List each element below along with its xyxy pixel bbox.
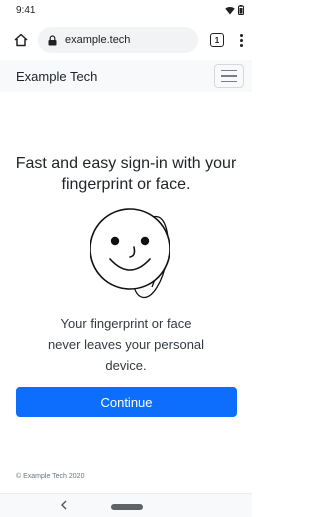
home-pill-button[interactable]: [111, 504, 143, 510]
site-brand[interactable]: Example Tech: [16, 69, 97, 84]
hamburger-icon[interactable]: [214, 64, 244, 88]
description-text: Your fingerprint or face never leaves yo…: [47, 316, 205, 373]
address-bar[interactable]: example.tech: [38, 27, 198, 53]
footer-copyright: © Example Tech 2020: [16, 473, 85, 480]
lock-icon: [48, 34, 57, 45]
back-icon[interactable]: [58, 498, 70, 512]
left-eye: [110, 236, 120, 246]
browser-toolbar: example.tech 1: [0, 20, 252, 60]
tab-switcher-icon[interactable]: 1: [210, 33, 224, 47]
battery-icon: [238, 5, 244, 15]
site-navbar: Example Tech: [0, 60, 252, 92]
url-text: example.tech: [65, 34, 131, 46]
right-eye: [140, 236, 150, 246]
system-nav-bar: [0, 493, 252, 517]
continue-button[interactable]: Continue: [16, 387, 237, 417]
tab-count-label: 1: [214, 35, 220, 45]
status-icons: [225, 5, 244, 15]
more-vert-icon[interactable]: [236, 30, 246, 50]
wifi-icon: [225, 6, 235, 14]
face-circle: [90, 208, 170, 290]
face-fingerprint-illustration: [90, 208, 170, 299]
home-icon: [14, 33, 28, 47]
status-bar: 9:41: [0, 0, 252, 20]
status-time: 9:41: [16, 4, 36, 16]
browser-home-button[interactable]: [10, 29, 32, 51]
page-title: Fast and easy sign-in with your fingerpr…: [15, 155, 237, 193]
